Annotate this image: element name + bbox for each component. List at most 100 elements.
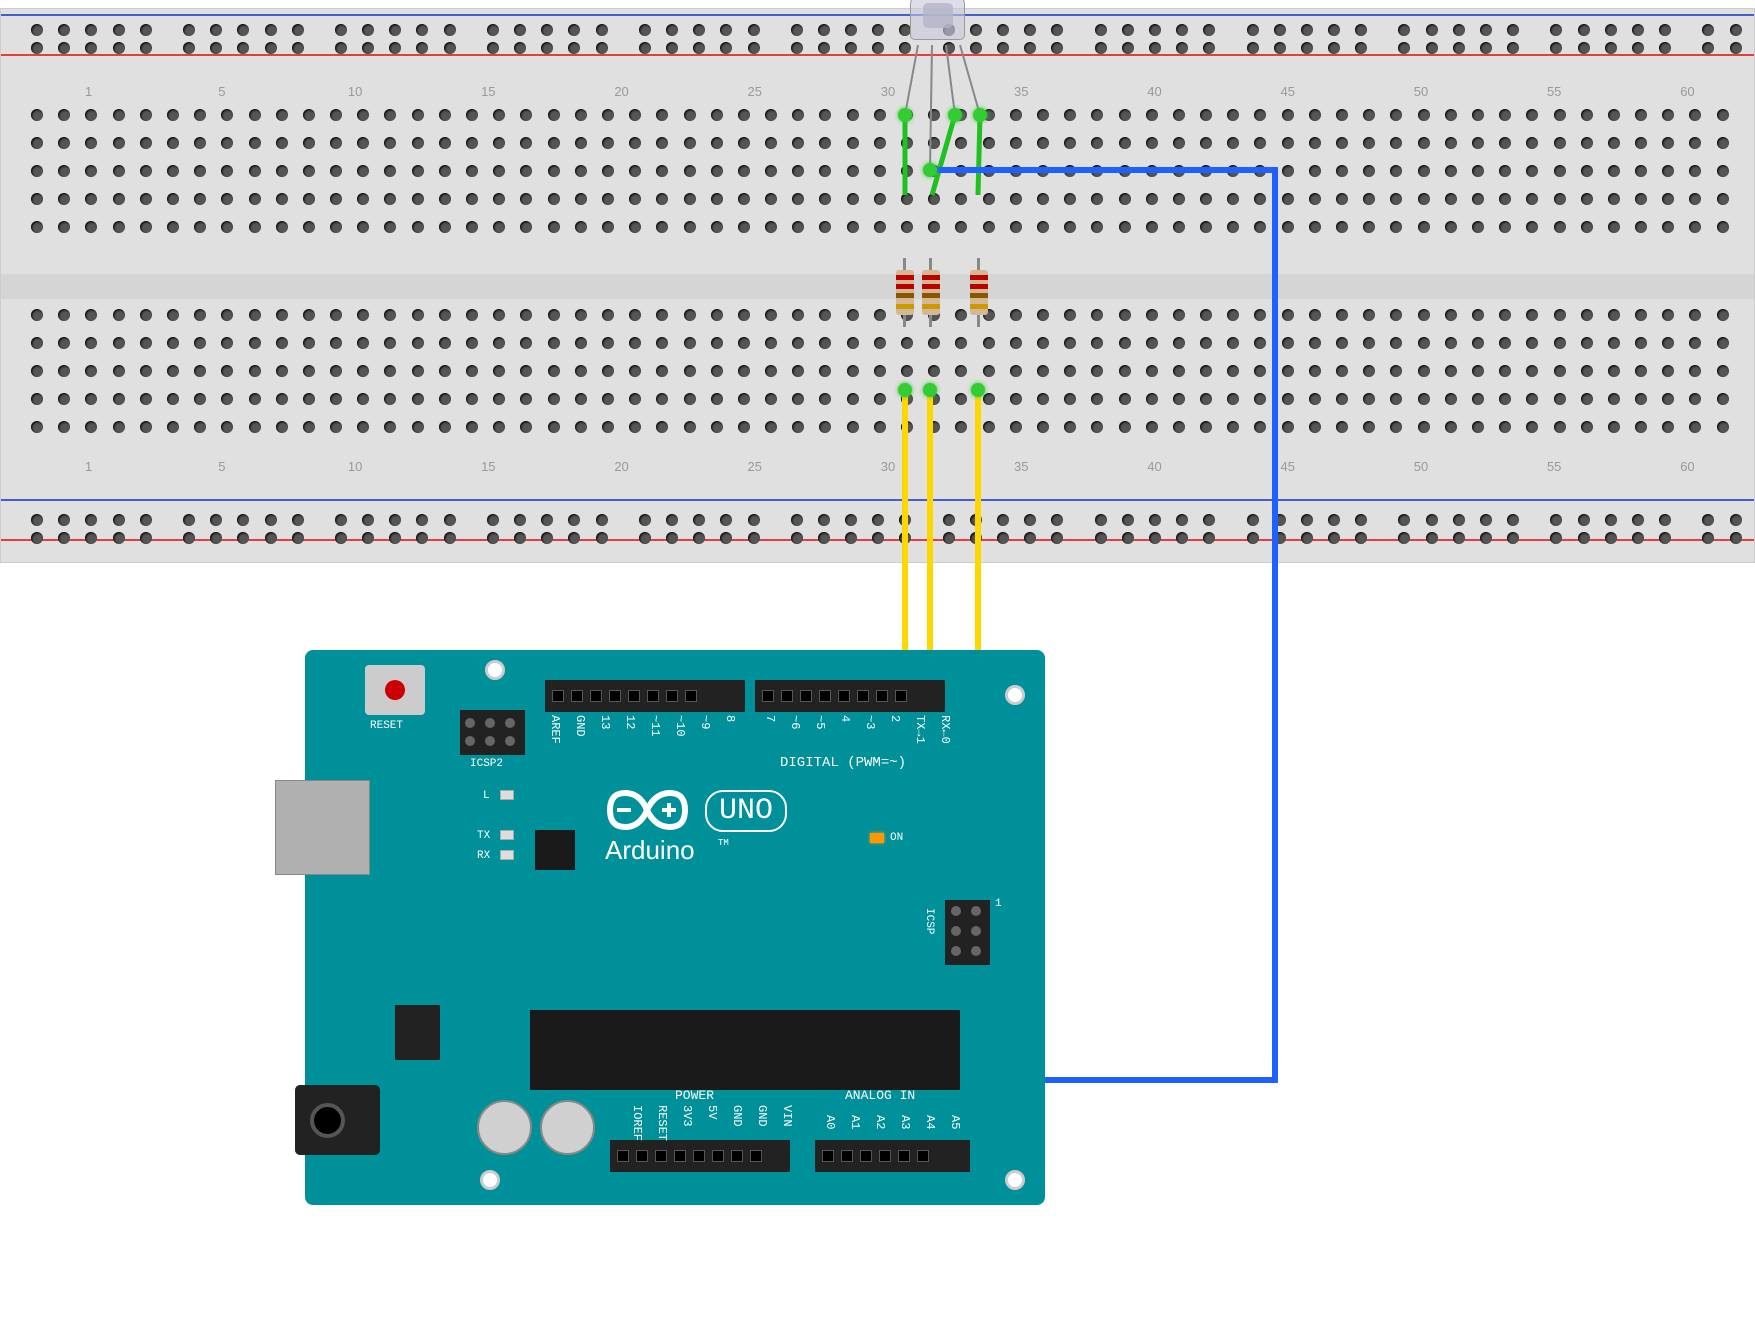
pin-label-A3: A3 xyxy=(898,1115,912,1129)
pin-label-A1: A1 xyxy=(848,1115,862,1129)
reset-label: RESET xyxy=(370,720,403,732)
hole-row xyxy=(1,42,1754,54)
pin-label-13: 13 xyxy=(598,715,612,729)
breadboard: 151015202530354045505560 1510152025303540… xyxy=(0,8,1755,563)
infinity-logo-icon xyxy=(595,785,700,835)
pin-label-12: 12 xyxy=(623,715,637,729)
hole-row xyxy=(1,137,1754,149)
digital-label: DIGITAL (PWM=~) xyxy=(780,755,906,771)
power-header xyxy=(610,1140,790,1172)
hole-row xyxy=(1,514,1754,526)
icsp-header xyxy=(945,900,990,965)
pin-label-10: ~10 xyxy=(673,715,687,737)
pin-label-3V3: 3V3 xyxy=(680,1105,694,1127)
rx-led xyxy=(500,850,514,860)
pin-label-VIN: VIN xyxy=(780,1105,794,1127)
resistor-1 xyxy=(896,260,914,325)
icsp2-header xyxy=(460,710,525,755)
rx-label: RX xyxy=(477,850,490,862)
mounting-hole xyxy=(1005,1170,1025,1190)
capacitor xyxy=(540,1100,595,1155)
pin-label-IOREF: IOREF xyxy=(630,1105,644,1141)
connection-dot xyxy=(971,383,985,397)
pin-label-11: ~11 xyxy=(648,715,662,737)
tx-led xyxy=(500,830,514,840)
mounting-hole xyxy=(485,660,505,680)
arduino-label: Arduino xyxy=(605,835,695,866)
mounting-hole xyxy=(1005,685,1025,705)
analog-label: ANALOG IN xyxy=(845,1088,915,1103)
pin-label-A2: A2 xyxy=(873,1115,887,1129)
pin-label-GND: GND xyxy=(755,1105,769,1127)
rgb-led-lens xyxy=(923,3,953,28)
connection-dot xyxy=(923,163,937,177)
hole-row xyxy=(1,193,1754,205)
breadboard-gap xyxy=(1,274,1754,299)
pin-label-A4: A4 xyxy=(923,1115,937,1129)
hole-row xyxy=(1,24,1754,36)
uno-label: UNO xyxy=(705,790,787,832)
l-label: L xyxy=(483,790,490,802)
pin-label-5: ~5 xyxy=(813,715,827,729)
hole-row xyxy=(1,421,1754,433)
ic-small xyxy=(535,830,575,870)
pin-label-7: 7 xyxy=(763,715,777,722)
icsp-pin-1: 1 xyxy=(995,898,1002,910)
resistor-3 xyxy=(970,260,988,325)
pin-label-6: ~6 xyxy=(788,715,802,729)
connection-dot xyxy=(948,108,962,122)
tm-label: TM xyxy=(718,838,729,848)
hole-row xyxy=(1,365,1754,377)
icsp2-label: ICSP2 xyxy=(470,758,503,770)
pin-label-8: 8 xyxy=(723,715,737,722)
rail-blue-bot xyxy=(1,499,1754,501)
rgb-led xyxy=(910,0,965,40)
icsp-label: ICSP xyxy=(923,908,935,934)
pin-label-AREF: AREF xyxy=(548,715,562,744)
pin-label-GND: GND xyxy=(573,715,587,737)
capacitor xyxy=(477,1100,532,1155)
pin-label-GND: GND xyxy=(730,1105,744,1127)
tx-label: TX xyxy=(477,830,490,842)
on-label: ON xyxy=(890,832,903,844)
hole-row xyxy=(1,337,1754,349)
atmega-chip xyxy=(530,1010,960,1090)
connection-dot xyxy=(898,383,912,397)
hole-row xyxy=(1,221,1754,233)
pin-label-TX1: TX→1 xyxy=(913,715,927,744)
hole-row xyxy=(1,309,1754,321)
on-led xyxy=(870,833,884,843)
pin-label-2: 2 xyxy=(888,715,902,722)
usb-port xyxy=(275,780,370,875)
col-labels: 151015202530354045505560 xyxy=(1,84,1754,99)
rail-red-top xyxy=(1,54,1754,56)
mounting-hole xyxy=(480,1170,500,1190)
rail-blue-top xyxy=(1,14,1754,16)
hole-row xyxy=(1,165,1754,177)
digital-header-2 xyxy=(755,680,945,712)
pin-label-3: ~3 xyxy=(863,715,877,729)
pin-label-4: 4 xyxy=(838,715,852,722)
reset-button[interactable] xyxy=(365,665,425,715)
hole-row xyxy=(1,532,1754,544)
l-led xyxy=(500,790,514,800)
connection-dot xyxy=(973,108,987,122)
digital-header-1 xyxy=(545,680,745,712)
voltage-regulator xyxy=(395,1005,440,1060)
connection-dot xyxy=(898,108,912,122)
pin-label-RESET: RESET xyxy=(655,1105,669,1141)
connection-dot xyxy=(923,383,937,397)
power-jack xyxy=(295,1085,380,1155)
power-label: POWER xyxy=(675,1088,714,1103)
hole-row xyxy=(1,393,1754,405)
col-labels: 151015202530354045505560 xyxy=(1,459,1754,474)
resistor-2 xyxy=(922,260,940,325)
hole-row xyxy=(1,109,1754,121)
pin-label-9: ~9 xyxy=(698,715,712,729)
pin-label-A0: A0 xyxy=(823,1115,837,1129)
pin-label-A5: A5 xyxy=(948,1115,962,1129)
pin-label-5V: 5V xyxy=(705,1105,719,1119)
arduino-board: RESET ICSP2 DIGITAL (PWM=~) L TX RX UNO … xyxy=(305,650,1045,1205)
pin-label-RX0: RX←0 xyxy=(938,715,952,744)
analog-header xyxy=(815,1140,970,1172)
